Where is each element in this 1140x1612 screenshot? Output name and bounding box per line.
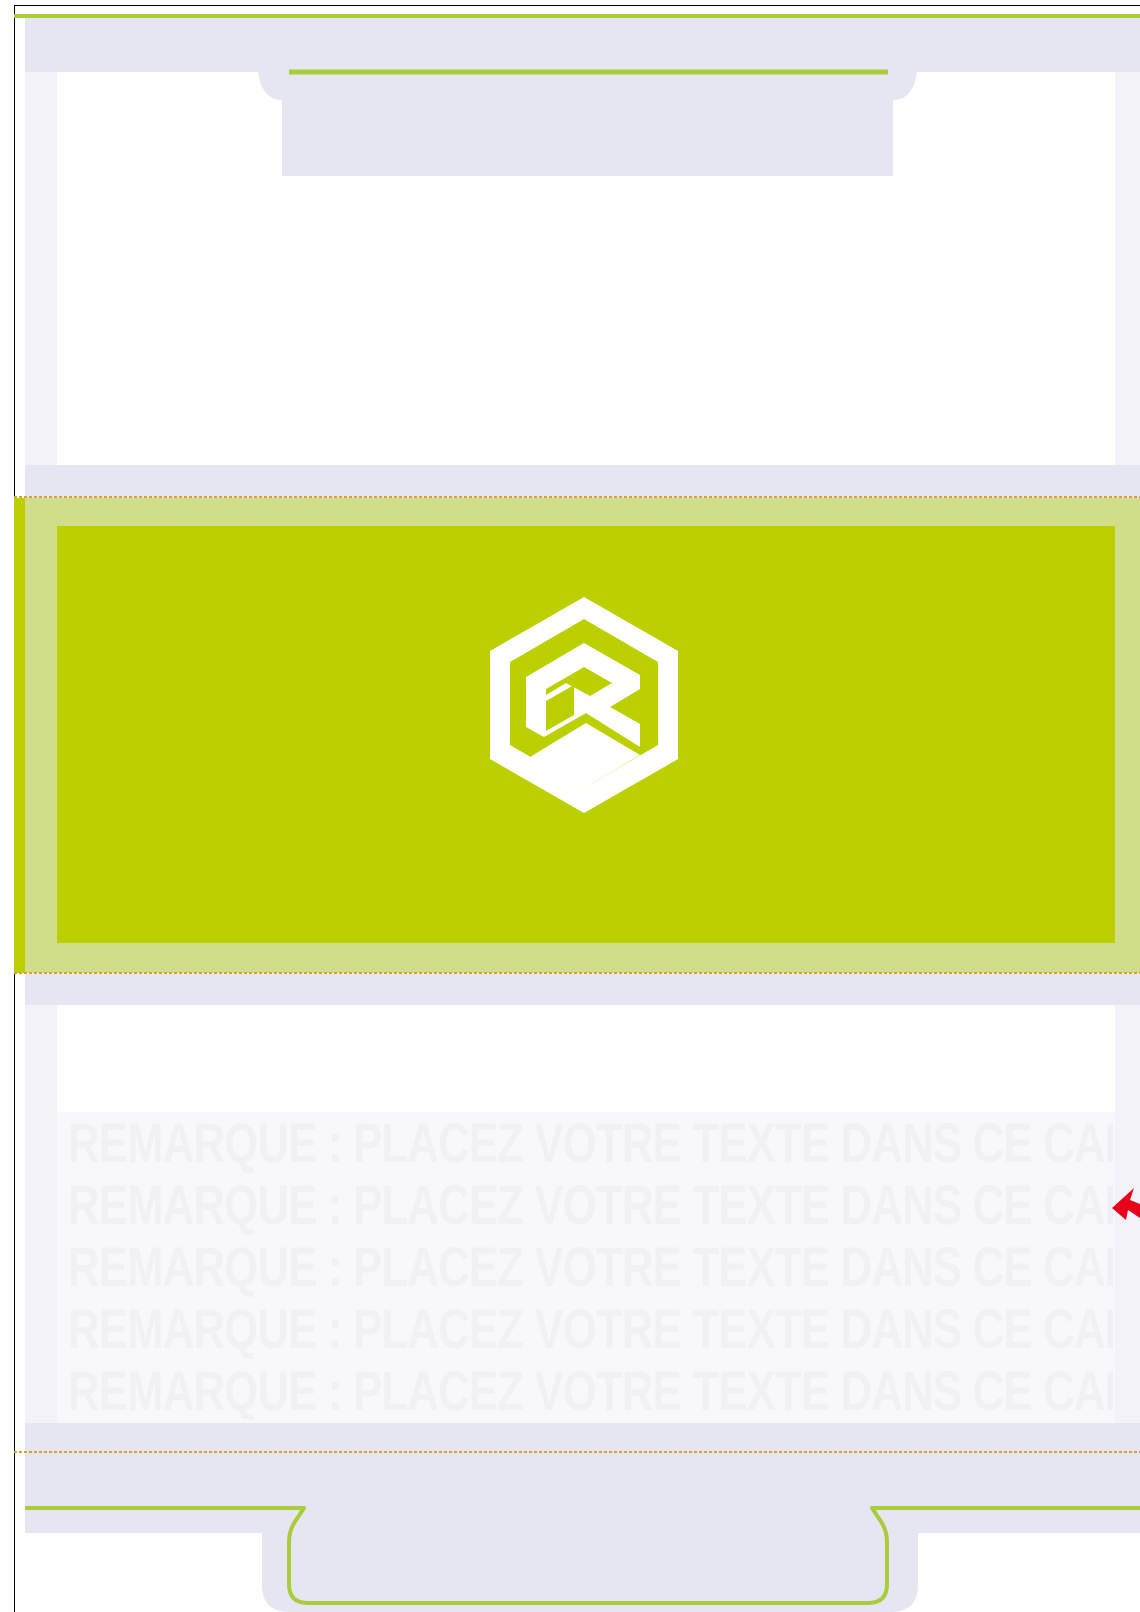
top-tab [258,72,917,176]
bottom-fold-band [25,974,1140,1005]
bottom-left-margin [25,1005,57,1423]
watermark-line: REMARQUE : PLACEZ VOTRE TEXTE DANS CE CA… [68,1359,1113,1421]
bottom-flap-band [25,1423,1140,1533]
top-flap-band [25,16,1140,72]
packaging-template: REMARQUE : PLACEZ VOTRE TEXTE DANS CE CA… [0,0,1140,1612]
top-right-margin [1115,72,1140,467]
watermark-line: REMARQUE : PLACEZ VOTRE TEXTE DANS CE CA… [68,1297,1113,1360]
watermark-line: REMARQUE : PLACEZ VOTRE TEXTE DANS CE CA… [68,1173,1113,1236]
placeholder-text-area: REMARQUE : PLACEZ VOTRE TEXTE DANS CE CA… [68,1112,1113,1420]
bottom-tab [262,1533,918,1612]
top-fold-band [25,465,1140,498]
hexagon-r-logo-icon [490,597,678,813]
red-arrow-icon [1112,1188,1140,1220]
green-panel-left-edge [14,498,25,973]
watermark-line: REMARQUE : PLACEZ VOTRE TEXTE DANS CE CA… [68,1112,1113,1174]
top-left-margin [25,72,57,467]
watermark-line: REMARQUE : PLACEZ VOTRE TEXTE DANS CE CA… [68,1235,1113,1298]
